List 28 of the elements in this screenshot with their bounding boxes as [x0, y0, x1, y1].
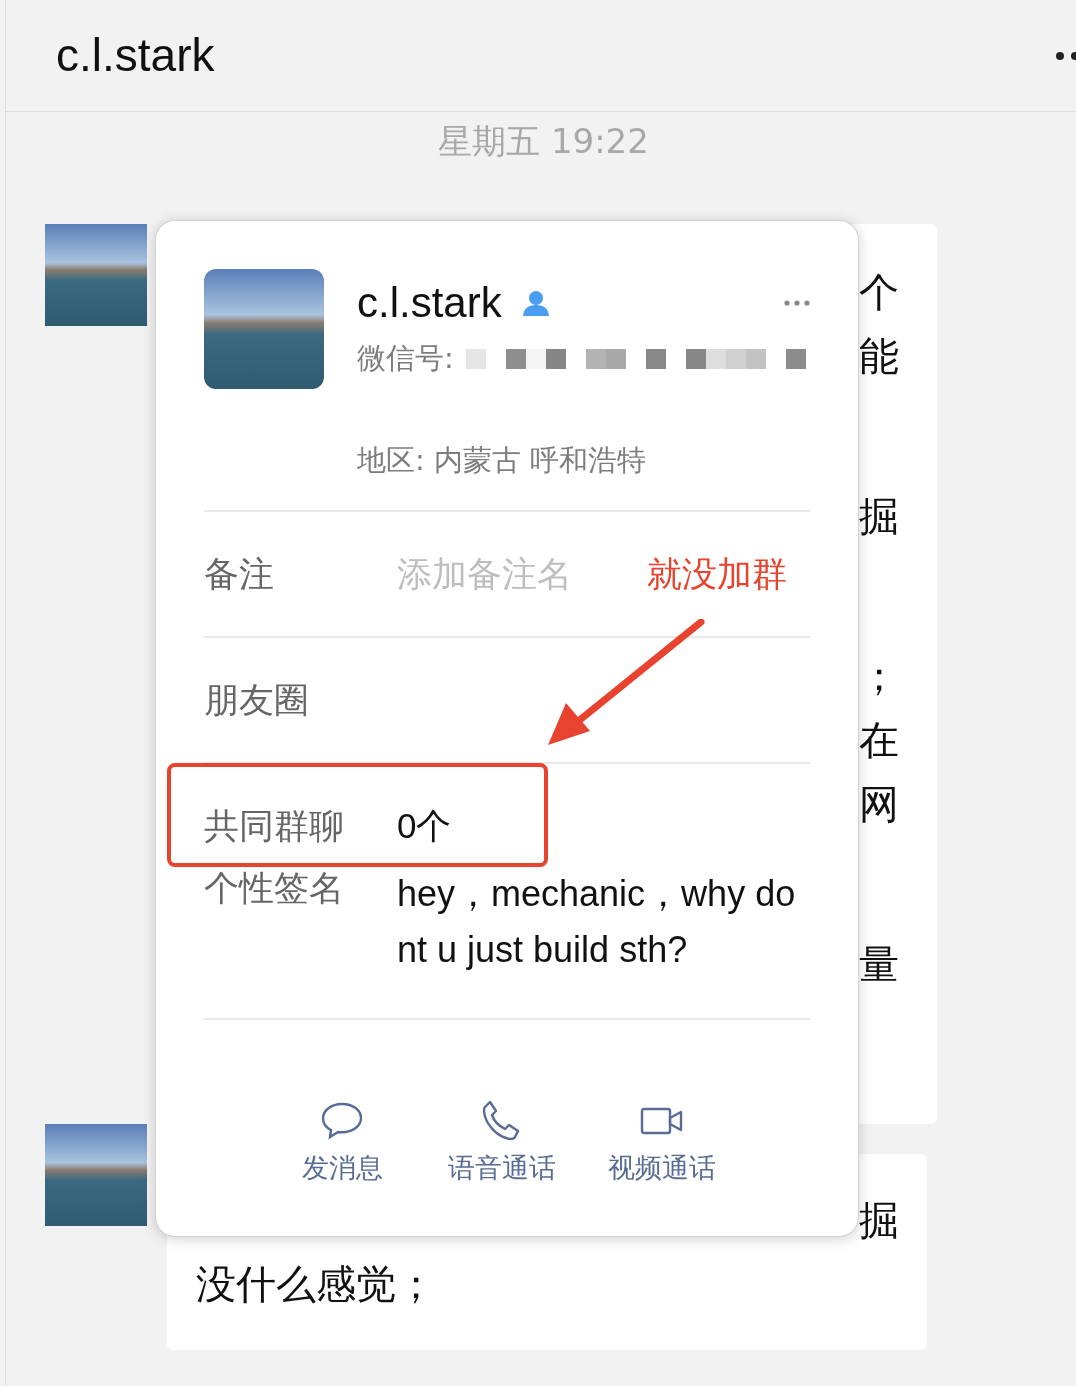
region-text: 地区: 内蒙古 呼和浩特	[357, 442, 648, 479]
action-button[interactable]: 发消息	[277, 1100, 407, 1189]
message-text-fragment: 网	[859, 781, 899, 827]
timestamp: 星期五 19:22	[437, 120, 650, 163]
message-text-fragment: 在	[859, 717, 899, 763]
message-text-fragment: ；	[859, 653, 899, 699]
contact-name: c.l.stark	[357, 278, 502, 328]
annotation-note: 就没加群	[647, 553, 787, 596]
chat-bubble-icon	[321, 1100, 363, 1142]
message-text-fragment: 量	[859, 941, 899, 987]
message-text-fragment: 掘	[859, 493, 899, 539]
field-label[interactable]: 朋友圈	[204, 678, 397, 722]
action-button[interactable]: 视频通话	[597, 1100, 727, 1189]
field-label: 共同群聊	[204, 805, 345, 848]
more-icon[interactable]	[1055, 50, 1076, 61]
person-icon	[521, 290, 550, 316]
message-text: 没什么感觉；	[196, 1261, 436, 1307]
field-label: 个性签名	[204, 867, 345, 910]
action-button[interactable]: 语音通话	[437, 1100, 567, 1189]
chat-title: c.l.stark	[56, 28, 215, 83]
field-value: hey，mechanic，why dont u just build sth?	[397, 872, 797, 972]
field-label: 备注	[204, 553, 275, 596]
wechat-id-label: 微信号:	[357, 340, 454, 377]
message-text-fragment: 掘	[859, 1197, 899, 1243]
message-text-fragment: 个	[859, 269, 899, 315]
remark-field[interactable]: 添加备注名	[397, 552, 637, 596]
message-text-fragment: 能	[859, 333, 899, 379]
field-value: 0个	[397, 805, 453, 847]
